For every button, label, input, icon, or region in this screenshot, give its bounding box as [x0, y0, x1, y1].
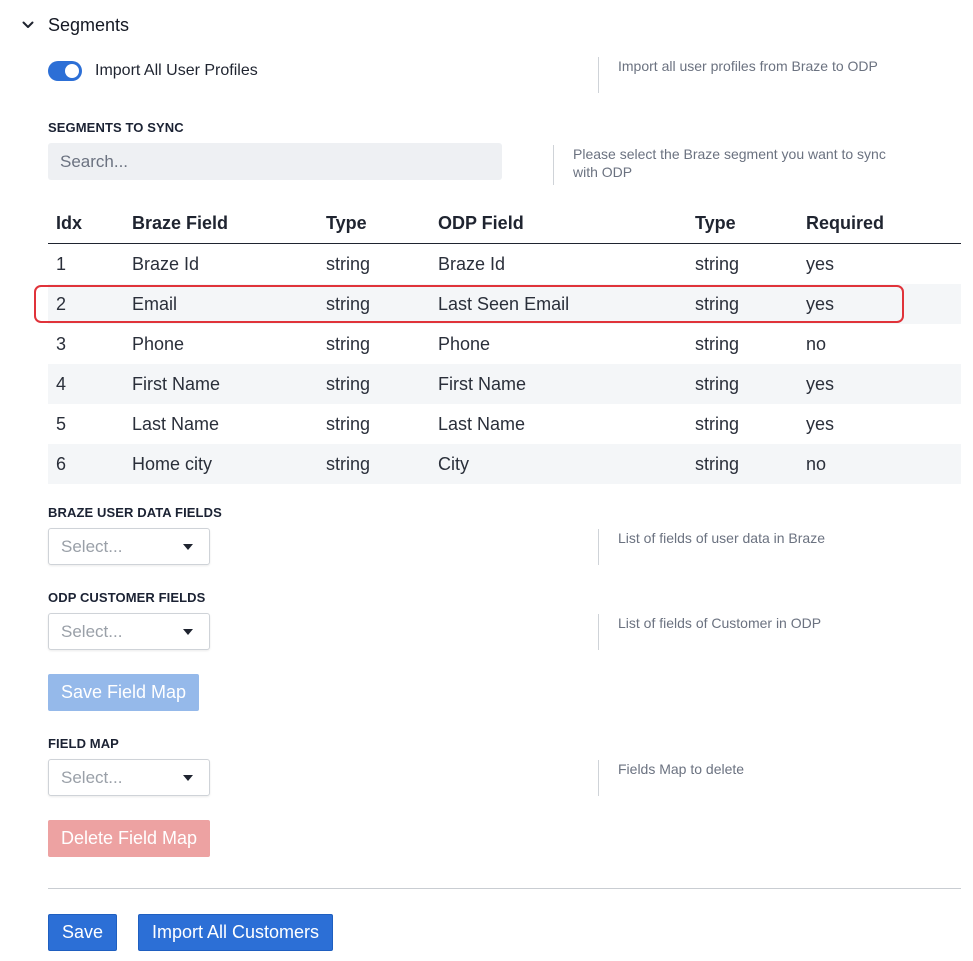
segments-label: SEGMENTS TO SYNC: [48, 120, 184, 135]
save-button[interactable]: Save: [48, 914, 118, 951]
cell-odp-field: Last Name: [438, 413, 526, 434]
field-map-placeholder: Select...: [61, 767, 123, 787]
odp-fields-label: ODP CUSTOMER FIELDS: [48, 590, 206, 605]
cell-braze-field: Last Name: [132, 413, 220, 434]
field-mapping-table: Idx Braze Field Type ODP Field Type Requ…: [48, 203, 961, 484]
field-map-label: FIELD MAP: [48, 736, 119, 751]
cell-odp-type: string: [695, 333, 740, 354]
section-header[interactable]: Segments: [22, 12, 129, 38]
odp-fields-placeholder: Select...: [61, 621, 123, 641]
cell-idx: 5: [56, 413, 67, 434]
import-profiles-help: Import all user profiles from Braze to O…: [598, 57, 878, 93]
chevron-down-icon[interactable]: [22, 19, 34, 31]
cell-odp-field: City: [430, 444, 687, 484]
cell-odp-type: string: [687, 364, 798, 404]
table-row: 5 Last Name string Last Name string yes: [48, 404, 961, 444]
braze-fields-placeholder: Select...: [61, 536, 123, 556]
cell-idx: 6: [48, 444, 124, 484]
odp-fields-select[interactable]: Select...: [48, 613, 210, 650]
footer-divider: [48, 888, 961, 889]
table-header-row: Idx Braze Field Type ODP Field Type Requ…: [48, 203, 961, 244]
row-highlight-outline: [34, 285, 904, 323]
caret-down-icon: [183, 628, 193, 635]
column-header-braze-field: Braze Field: [124, 203, 318, 244]
segments-help: Please select the Braze segment you want…: [553, 145, 886, 185]
delete-field-map-button[interactable]: Delete Field Map: [48, 820, 211, 857]
cell-odp-field: First Name: [430, 364, 687, 404]
caret-down-icon: [183, 543, 193, 550]
toggle-knob: [65, 64, 79, 78]
column-header-odp-field: ODP Field: [430, 203, 687, 244]
table-row: 6 Home city string City string no: [48, 444, 961, 484]
cell-type: string: [318, 364, 430, 404]
table-row: 4 First Name string First Name string ye…: [48, 364, 961, 404]
cell-required: no: [798, 444, 961, 484]
import-profiles-toggle[interactable]: [48, 61, 82, 81]
table-row: 1 Braze Id string Braze Id string yes: [48, 244, 961, 285]
column-header-type: Type: [318, 203, 430, 244]
cell-braze-field: Phone: [132, 333, 185, 354]
caret-down-icon: [183, 774, 193, 781]
cell-idx: 4: [48, 364, 124, 404]
field-map-select[interactable]: Select...: [48, 759, 210, 796]
section-title: Segments: [48, 14, 130, 35]
cell-odp-type: string: [687, 444, 798, 484]
cell-braze-field: Home city: [124, 444, 318, 484]
column-header-idx: Idx: [48, 203, 124, 244]
import-profiles-toggle-row: Import All User Profiles: [48, 61, 258, 81]
cell-type: string: [326, 413, 371, 434]
column-header-odp-type: Type: [687, 203, 798, 244]
cell-idx: 1: [56, 253, 67, 274]
table-row: 3 Phone string Phone string no: [48, 324, 961, 364]
cell-odp-field: Braze Id: [438, 253, 506, 274]
segment-search-input[interactable]: [48, 143, 502, 180]
column-header-required: Required: [798, 203, 961, 244]
odp-fields-help: List of fields of Customer in ODP: [598, 614, 821, 650]
save-field-map-button[interactable]: Save Field Map: [48, 674, 200, 711]
cell-braze-field: First Name: [124, 364, 318, 404]
import-all-customers-button[interactable]: Import All Customers: [138, 914, 334, 951]
cell-braze-field: Braze Id: [132, 253, 200, 274]
cell-odp-field: Phone: [438, 333, 491, 354]
braze-fields-label: BRAZE USER DATA FIELDS: [48, 505, 222, 520]
cell-type: string: [318, 444, 430, 484]
cell-required: yes: [806, 413, 835, 434]
import-profiles-label: Import All User Profiles: [95, 62, 258, 79]
field-map-help: Fields Map to delete: [598, 760, 744, 796]
cell-required: yes: [798, 364, 961, 404]
braze-fields-help: List of fields of user data in Braze: [598, 529, 825, 565]
cell-idx: 3: [56, 333, 67, 354]
cell-required: no: [806, 333, 827, 354]
braze-fields-select[interactable]: Select...: [48, 528, 210, 565]
cell-type: string: [326, 333, 371, 354]
cell-type: string: [326, 253, 371, 274]
cell-odp-type: string: [695, 413, 740, 434]
cell-odp-type: string: [695, 253, 740, 274]
cell-required: yes: [806, 253, 835, 274]
